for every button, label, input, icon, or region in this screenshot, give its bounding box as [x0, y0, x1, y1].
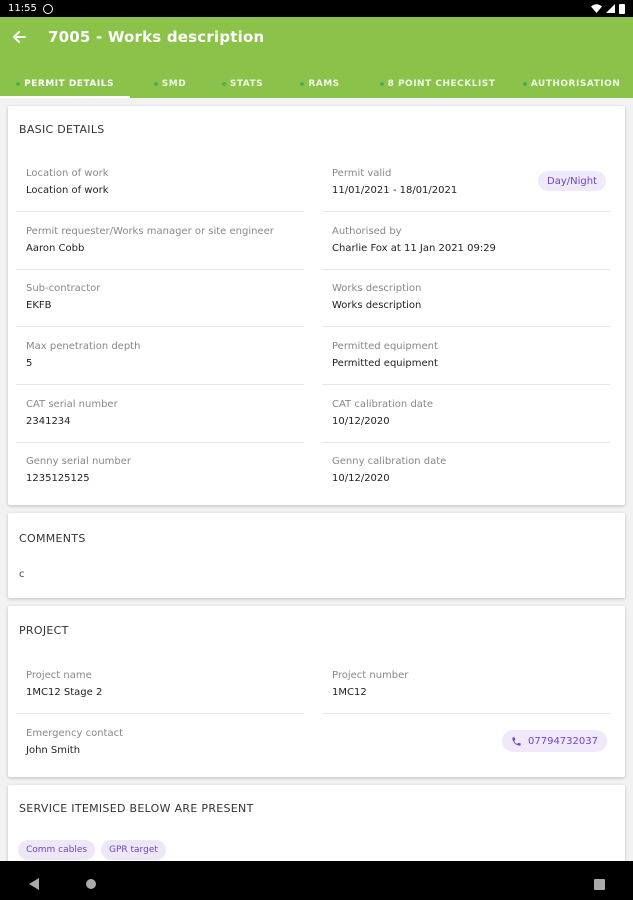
field-value: 10/12/2020 — [332, 416, 390, 427]
field-cat-serial-number: CAT serial number 2341234 — [16, 387, 304, 443]
field-emergency-contact: Emergency contact John Smith — [16, 716, 304, 772]
triangle-back-icon — [29, 878, 39, 890]
arrow-left-icon — [13, 31, 26, 43]
field-label: Project number — [332, 670, 409, 681]
field-genny-calibration-date: Genny calibration date 10/12/2020 — [322, 444, 610, 500]
field-permit-requester: Permit requester/Works manager or site e… — [16, 214, 304, 270]
tab-bar: PERMIT DETAILS SMD STATS RAMS 8 POINT CH… — [0, 69, 633, 98]
service-chip: Comm cables — [18, 840, 96, 860]
tab-label: PERMIT DETAILS — [24, 78, 114, 89]
tab-label: STATS — [229, 78, 264, 89]
field-label: Genny calibration date — [332, 456, 447, 467]
services-card: SERVICE ITEMISED BELOW ARE PRESENT Comm … — [8, 785, 625, 865]
status-dot-icon — [221, 81, 226, 86]
nav-home-button[interactable] — [85, 875, 97, 894]
field-authorised-by: Authorised by Charlie Fox at 11 Jan 2021… — [322, 214, 610, 270]
square-recents-icon — [594, 879, 605, 890]
tab-rams[interactable]: RAMS — [275, 69, 365, 98]
tab-label: 8 POINT CHECKLIST — [387, 78, 496, 89]
field-label: Max penetration depth — [26, 341, 141, 352]
field-value: 1MC12 Stage 2 — [26, 687, 103, 698]
field-value: 10/12/2020 — [332, 473, 390, 484]
field-project-number: Project number 1MC12 — [322, 658, 610, 714]
status-dot-icon — [153, 81, 158, 86]
service-chip: GPR target — [101, 840, 166, 860]
field-project-name: Project name 1MC12 Stage 2 — [16, 658, 304, 714]
project-card: PROJECT Project name 1MC12 Stage 2 Proje… — [8, 606, 625, 777]
project-title: PROJECT — [19, 624, 69, 637]
services-title: SERVICE ITEMISED BELOW ARE PRESENT — [19, 802, 254, 815]
field-value: Works description — [332, 300, 422, 311]
tab-permit-details[interactable]: PERMIT DETAILS — [0, 69, 130, 98]
field-works-description: Works description Works description — [322, 271, 610, 327]
field-value: Permitted equipment — [332, 358, 438, 369]
call-emergency-contact-button[interactable]: 07794732037 — [502, 730, 607, 752]
field-location-of-work: Location of work Location of work — [16, 156, 304, 212]
field-permitted-equipment: Permitted equipment Permitted equipment — [322, 329, 610, 385]
field-label: CAT calibration date — [332, 399, 433, 410]
day-night-badge: Day/Night — [538, 171, 606, 191]
nav-recents-button[interactable] — [594, 875, 605, 894]
field-label: Works description — [332, 283, 422, 294]
field-max-penetration-depth: Max penetration depth 5 — [16, 329, 304, 385]
field-label: Project name — [26, 670, 92, 681]
field-label: Permit valid — [332, 168, 392, 179]
field-value: 2341234 — [26, 416, 71, 427]
tab-label: SMD — [161, 78, 187, 89]
back-button[interactable] — [9, 25, 29, 49]
notification-icon — [42, 3, 53, 14]
tab-8-point-checklist[interactable]: 8 POINT CHECKLIST — [365, 69, 510, 98]
status-dot-icon — [300, 81, 305, 86]
field-permit-valid: Permit valid 11/01/2021 - 18/01/2021 Day… — [322, 156, 610, 212]
field-value: 1235125125 — [26, 473, 90, 484]
field-sub-contractor: Sub-contractor EKFB — [16, 271, 304, 327]
status-dot-icon — [16, 81, 21, 86]
field-label: Genny serial number — [26, 456, 132, 467]
field-label: Location of work — [26, 168, 109, 179]
field-value: 11/01/2021 - 18/01/2021 — [332, 185, 458, 196]
comments-card: COMMENTS c — [8, 513, 625, 598]
field-label: Authorised by — [332, 226, 402, 237]
app-bar: 7005 - Works description PERMIT DETAILS … — [0, 17, 633, 98]
page-title: 7005 - Works description — [48, 28, 265, 46]
field-label: Permitted equipment — [332, 341, 438, 352]
field-value: Aaron Cobb — [26, 243, 85, 254]
status-bar: 11:55 — [0, 0, 633, 17]
tab-smd[interactable]: SMD — [130, 69, 210, 98]
field-value: EKFB — [26, 300, 52, 311]
field-value: 1MC12 — [332, 687, 367, 698]
field-label: Sub-contractor — [26, 283, 101, 294]
field-value: John Smith — [26, 745, 81, 756]
field-label: Permit requester/Works manager or site e… — [26, 226, 274, 237]
field-value: Charlie Fox at 11 Jan 2021 09:29 — [332, 243, 496, 254]
phone-icon — [512, 736, 521, 746]
field-genny-serial-number: Genny serial number 1235125125 — [16, 444, 304, 500]
basic-details-card: BASIC DETAILS Location of work Location … — [8, 106, 625, 505]
battery-icon — [619, 3, 625, 14]
wifi-icon — [591, 4, 602, 13]
circle-home-icon — [86, 879, 96, 889]
system-nav-bar — [0, 861, 633, 900]
status-icons — [591, 3, 625, 14]
field-cat-calibration-date: CAT calibration date 10/12/2020 — [322, 387, 610, 443]
field-label: CAT serial number — [26, 399, 118, 410]
tab-stats[interactable]: STATS — [210, 69, 275, 98]
comments-text: c — [19, 569, 25, 580]
field-value: 5 — [26, 358, 33, 369]
phone-number: 07794732037 — [528, 735, 598, 747]
nav-back-button[interactable] — [29, 875, 39, 894]
status-time: 11:55 — [8, 3, 37, 14]
signal-icon — [606, 4, 615, 13]
tab-authorisation[interactable]: AUTHORISATION — [510, 69, 633, 98]
status-dot-icon — [522, 81, 527, 86]
basic-details-title: BASIC DETAILS — [19, 123, 105, 136]
status-dot-icon — [379, 81, 384, 86]
tab-label: AUTHORISATION — [530, 78, 621, 89]
tab-label: RAMS — [308, 78, 340, 89]
field-value: Location of work — [26, 185, 109, 196]
comments-title: COMMENTS — [19, 532, 86, 545]
field-label: Emergency contact — [26, 728, 124, 739]
